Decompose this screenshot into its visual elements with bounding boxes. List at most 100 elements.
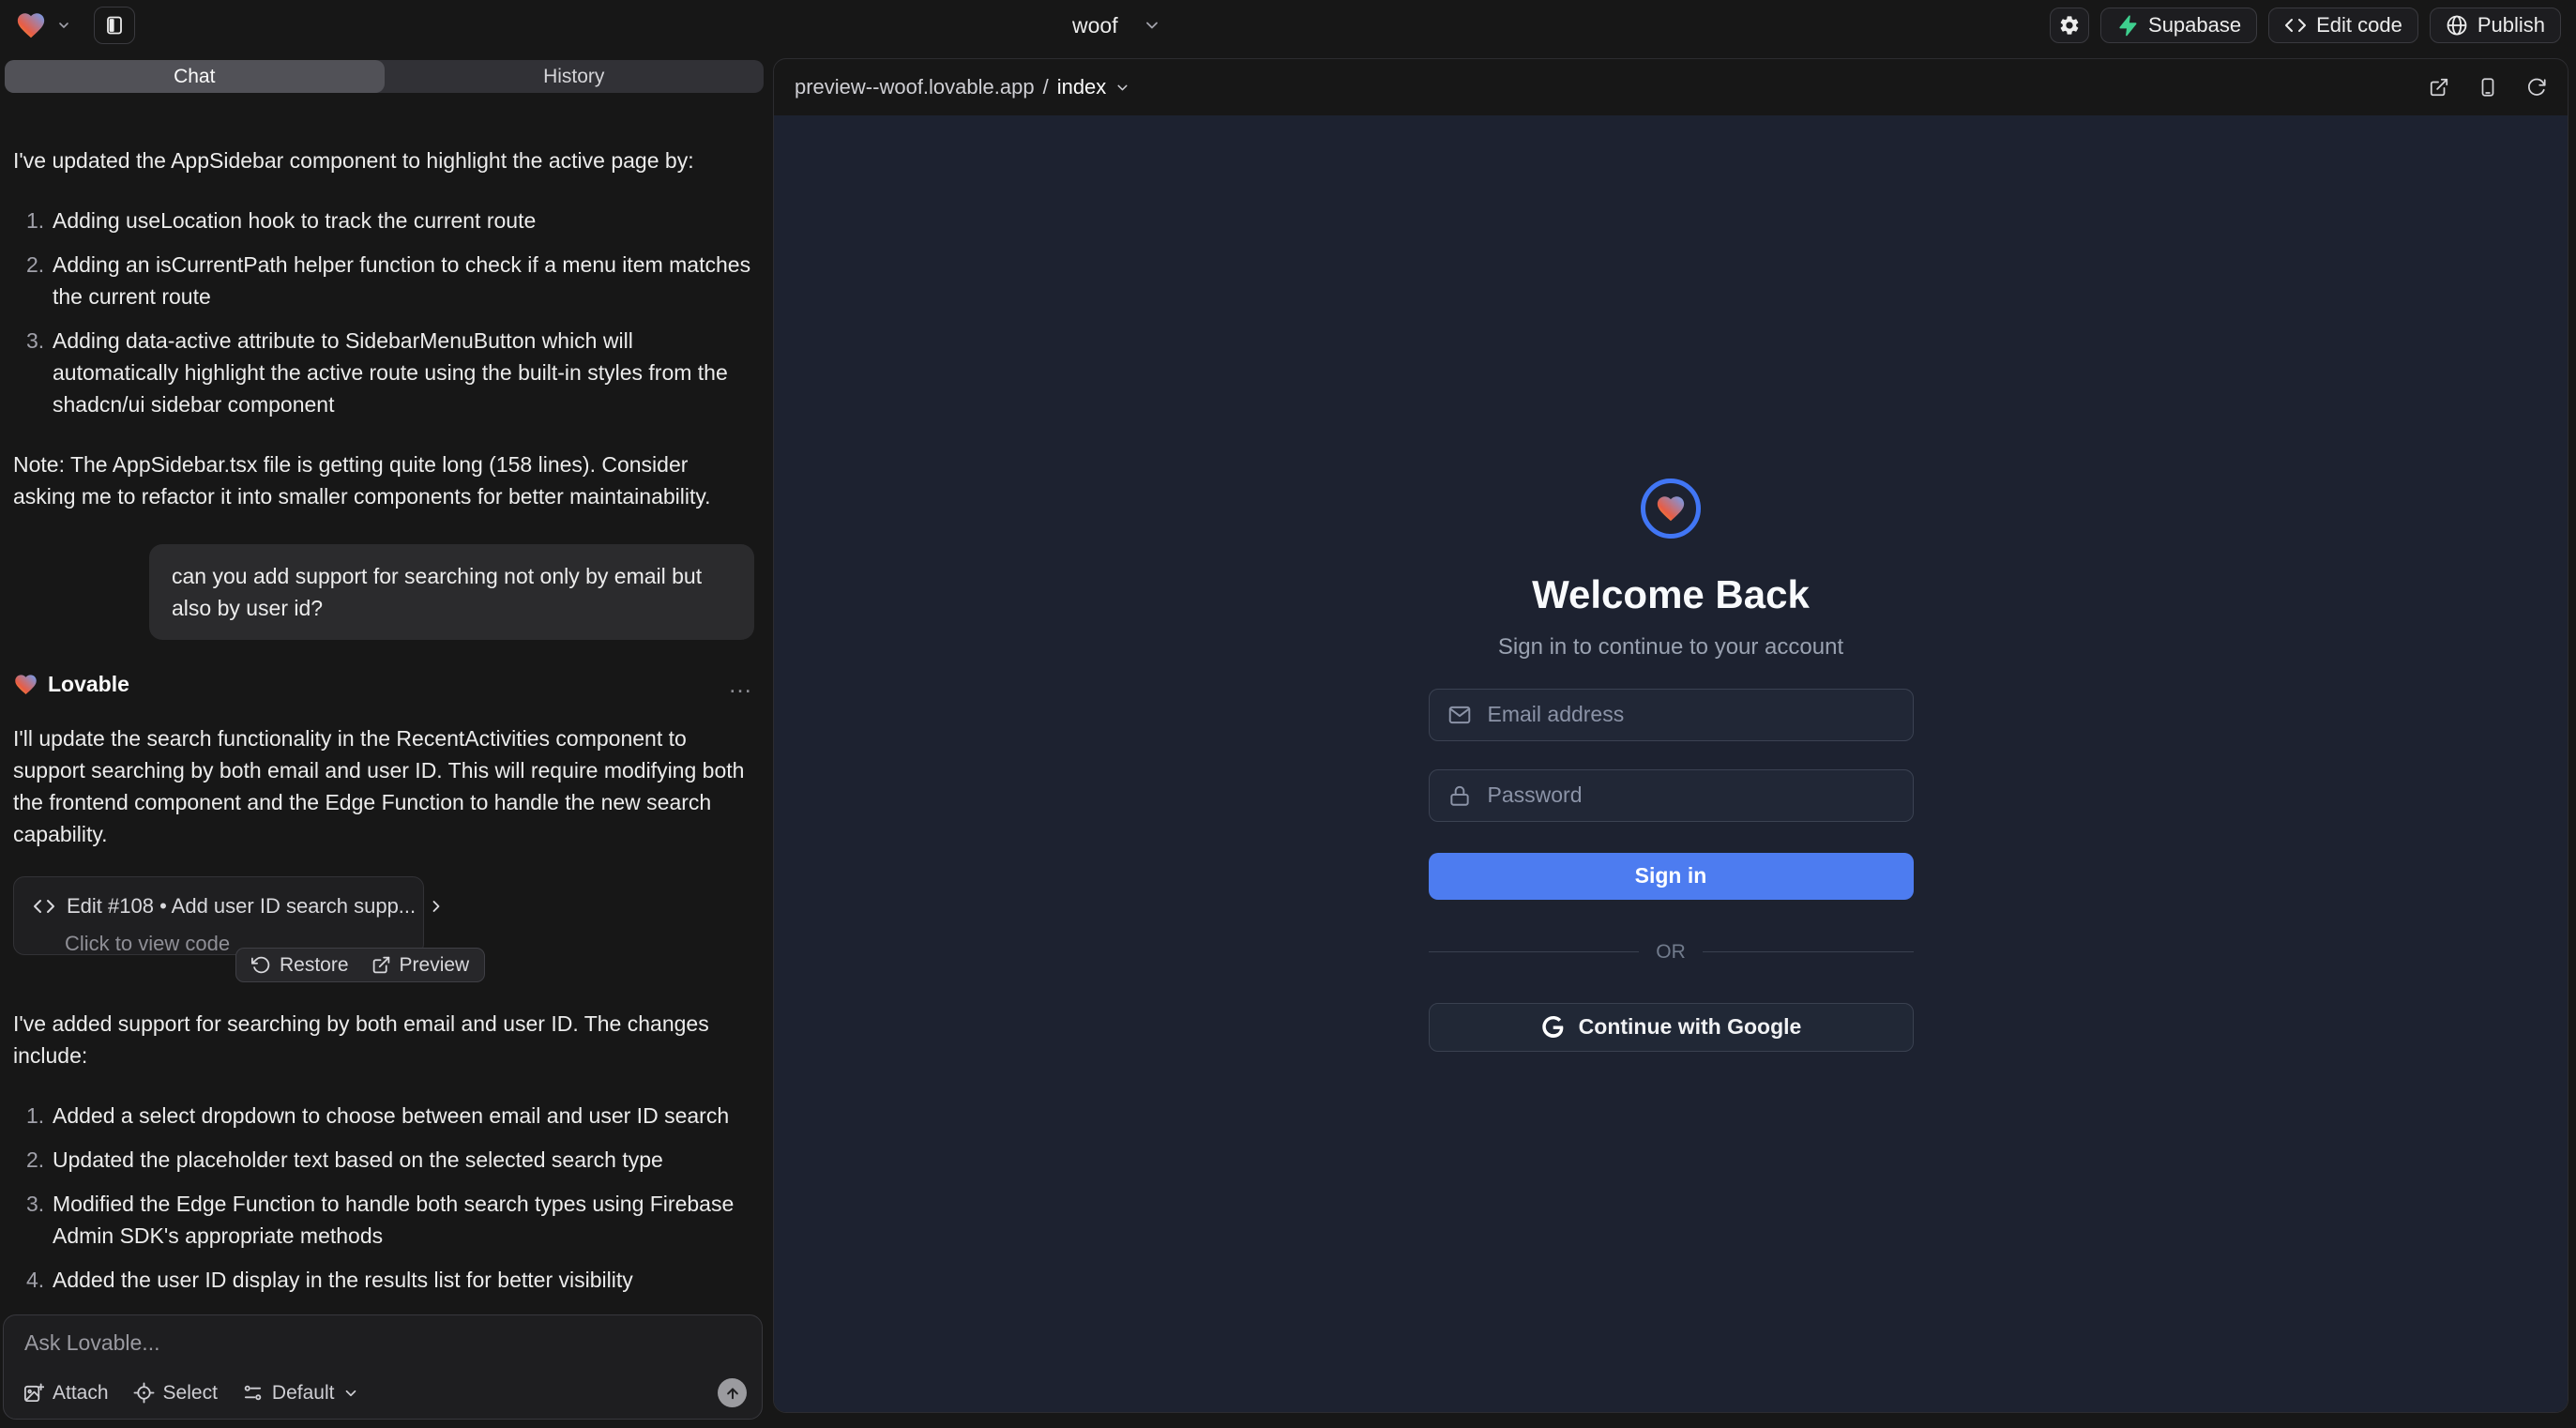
chat-message-list[interactable]: I've updated the AppSidebar component to… <box>13 144 754 1314</box>
list-item: Adding data-active attribute to SidebarM… <box>13 325 754 420</box>
globe-icon <box>2446 14 2468 37</box>
edit-actions-bar: Restore Preview <box>235 948 485 982</box>
list-item: Added the user ID display in the results… <box>13 1264 754 1296</box>
google-signin-button-label: Continue with Google <box>1579 1014 1802 1040</box>
user-message-bubble: can you add support for searching not on… <box>149 544 754 640</box>
assistant-message-list: Adding useLocation hook to track the cur… <box>13 205 754 420</box>
app-logo-heart-icon <box>1655 493 1687 524</box>
top-bar: woof Supabase Edit code Publish <box>0 0 2576 51</box>
supabase-button-label: Supabase <box>2148 13 2241 38</box>
preview-url: preview--woof.lovable.app <box>795 75 1035 99</box>
email-field-wrapper <box>1429 689 1914 741</box>
restore-button-label: Restore <box>280 949 349 981</box>
chevron-right-icon <box>427 897 446 916</box>
gear-icon <box>2058 14 2081 37</box>
settings-button[interactable] <box>2050 8 2089 43</box>
mode-selector-label: Default <box>272 1382 335 1405</box>
preview-button-label: Preview <box>400 949 470 981</box>
preview-button[interactable]: Preview <box>371 949 470 981</box>
chat-panel: Chat History I've updated the AppSidebar… <box>0 51 769 1428</box>
attach-button-label: Attach <box>53 1382 109 1405</box>
tab-chat[interactable]: Chat <box>5 60 385 93</box>
or-divider: OR <box>1429 941 1914 964</box>
edit-code-button-label: Edit code <box>2316 13 2402 38</box>
preview-header: preview--woof.lovable.app / index <box>774 59 2568 115</box>
mobile-view-button[interactable] <box>2478 77 2498 98</box>
tab-history[interactable]: History <box>385 60 765 93</box>
preview-page-name: index <box>1057 75 1107 99</box>
attach-button[interactable]: Attach <box>23 1382 109 1405</box>
lovable-logo-heart-icon[interactable] <box>15 9 47 41</box>
workspace-chevron-down-icon[interactable] <box>56 18 71 33</box>
preview-url-selector[interactable]: preview--woof.lovable.app / index <box>795 75 1130 99</box>
signin-title: Welcome Back <box>1532 572 1810 617</box>
panel-left-icon <box>103 14 126 37</box>
signin-button[interactable]: Sign in <box>1429 853 1914 900</box>
edit-card-title: Edit #108 • Add user ID search supp... <box>67 890 416 922</box>
mode-selector[interactable]: Default <box>242 1382 360 1405</box>
preview-url-separator: / <box>1043 75 1049 99</box>
or-divider-label: OR <box>1656 941 1686 964</box>
preview-iframe-content: Welcome Back Sign in to continue to your… <box>774 115 2568 1413</box>
message-menu-ellipsis-icon[interactable]: … <box>728 679 754 689</box>
select-button-label: Select <box>163 1382 218 1405</box>
tab-chat-label: Chat <box>174 66 215 88</box>
project-chevron-down-icon <box>1143 16 1161 35</box>
assistant-message-text: I'll update the search functionality in … <box>13 722 754 850</box>
edit-code-button[interactable]: Edit code <box>2268 8 2418 43</box>
lovable-heart-icon <box>13 672 48 697</box>
assistant-message-text: I've updated the AppSidebar component to… <box>13 144 754 176</box>
app-logo-ring <box>1641 479 1701 539</box>
publish-button[interactable]: Publish <box>2430 8 2561 43</box>
edit-card-wrapper: Edit #108 • Add user ID search supp... C… <box>13 876 424 955</box>
arrow-up-icon <box>724 1385 741 1402</box>
project-switcher[interactable]: woof <box>1072 0 1161 51</box>
external-link-icon <box>371 955 391 975</box>
publish-button-label: Publish <box>2478 13 2545 38</box>
preview-panel: preview--woof.lovable.app / index <box>773 58 2568 1413</box>
select-target-icon <box>133 1382 155 1404</box>
user-message-text: can you add support for searching not on… <box>172 564 702 620</box>
open-in-new-tab-button[interactable] <box>2429 77 2449 98</box>
code-brackets-icon <box>2284 14 2307 37</box>
project-name: woof <box>1072 13 1118 38</box>
chat-input[interactable] <box>24 1330 743 1368</box>
tab-history-label: History <box>543 66 604 88</box>
signin-card: Welcome Back Sign in to continue to your… <box>1429 479 1914 1052</box>
assistant-message-text: I've added support for searching by both… <box>13 1008 754 1071</box>
refresh-button[interactable] <box>2526 77 2547 98</box>
list-item: Modified the Edge Function to handle bot… <box>13 1188 754 1252</box>
sliders-icon <box>242 1382 264 1404</box>
assistant-message-header: Lovable … <box>13 668 754 700</box>
email-field[interactable] <box>1429 689 1914 741</box>
chat-history-tabbar: Chat History <box>5 60 764 93</box>
signin-subtitle: Sign in to continue to your account <box>1498 634 1843 661</box>
supabase-bolt-icon <box>2116 14 2139 37</box>
list-item: Updated the placeholder text based on th… <box>13 1144 754 1176</box>
list-item: Added a select dropdown to choose betwee… <box>13 1100 754 1132</box>
chat-composer: Attach Select Default <box>3 1314 763 1420</box>
supabase-button[interactable]: Supabase <box>2100 8 2257 43</box>
assistant-message-note: Note: The AppSidebar.tsx file is getting… <box>13 448 754 512</box>
attach-image-icon <box>23 1382 44 1404</box>
password-field-wrapper <box>1429 769 1914 822</box>
select-button[interactable]: Select <box>133 1382 218 1405</box>
send-button[interactable] <box>718 1378 747 1407</box>
toggle-sidebar-button[interactable] <box>94 7 135 44</box>
restore-rotate-ccw-icon <box>251 955 271 975</box>
password-field[interactable] <box>1429 769 1914 822</box>
divider-line <box>1703 951 1914 952</box>
assistant-message-list: Added a select dropdown to choose betwee… <box>13 1100 754 1296</box>
divider-line <box>1429 951 1640 952</box>
list-item: Adding an isCurrentPath helper function … <box>13 249 754 312</box>
restore-button[interactable]: Restore <box>251 949 349 981</box>
envelope-icon <box>1447 703 1472 727</box>
lock-icon <box>1447 783 1472 808</box>
code-brackets-icon <box>33 895 55 918</box>
google-signin-button[interactable]: Continue with Google <box>1429 1003 1914 1052</box>
preview-page-chevron-down-icon <box>1114 80 1130 96</box>
google-g-icon <box>1540 1014 1566 1040</box>
list-item: Adding useLocation hook to track the cur… <box>13 205 754 236</box>
assistant-name: Lovable <box>48 668 129 700</box>
edit-code-card[interactable]: Edit #108 • Add user ID search supp... C… <box>13 876 424 955</box>
